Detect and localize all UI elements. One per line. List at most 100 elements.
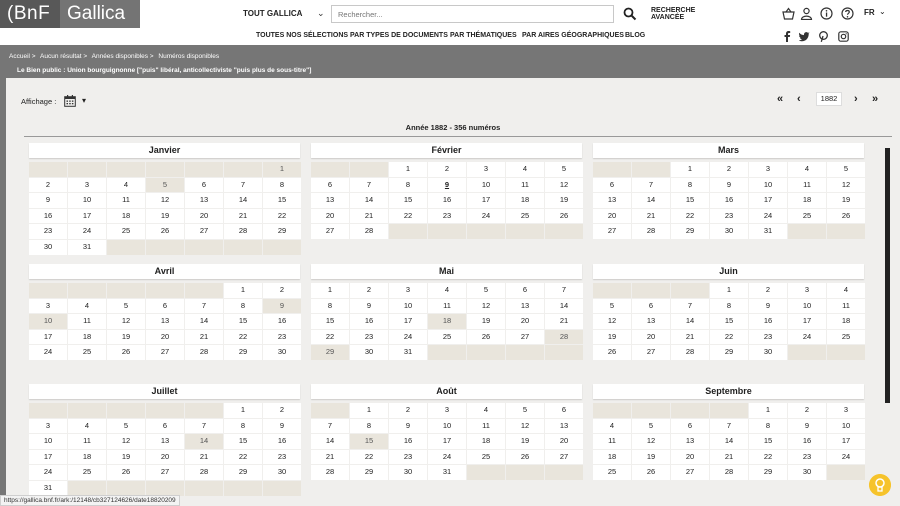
day-cell[interactable]: 22	[350, 449, 388, 465]
day-cell[interactable]: 6	[593, 177, 631, 193]
day-cell[interactable]: 15	[311, 314, 349, 329]
language-select[interactable]: FR	[864, 8, 875, 17]
day-cell[interactable]: 12	[107, 434, 145, 449]
chevron-down-icon[interactable]: ⌄	[317, 8, 325, 19]
day-cell[interactable]: 29	[224, 345, 262, 360]
day-cell[interactable]: 19	[593, 329, 631, 345]
day-cell[interactable]: 26	[506, 449, 544, 465]
day-cell[interactable]: 7	[545, 283, 583, 298]
day-cell[interactable]: 6	[506, 283, 544, 298]
day-cell[interactable]: 27	[311, 224, 349, 239]
day-cell[interactable]: 24	[749, 208, 787, 224]
day-cell[interactable]: 10	[428, 418, 466, 434]
day-cell[interactable]: 16	[263, 314, 301, 329]
day-cell[interactable]: 30	[788, 465, 826, 480]
day-cell[interactable]: 7	[224, 177, 262, 193]
chevron-down-icon[interactable]: ▾	[82, 96, 86, 105]
day-cell[interactable]: 3	[29, 298, 67, 314]
day-cell[interactable]: 27	[593, 224, 631, 239]
day-cell[interactable]: 11	[68, 314, 106, 329]
day-cell[interactable]: 3	[389, 283, 427, 298]
day-cell[interactable]: 14	[632, 193, 670, 208]
day-cell[interactable]: 26	[545, 208, 583, 224]
day-cell[interactable]: 9	[749, 298, 787, 314]
day-cell[interactable]: 23	[263, 449, 301, 465]
day-cell[interactable]: 20	[311, 208, 349, 224]
day-cell[interactable]: 8	[263, 177, 301, 193]
day-cell[interactable]: 6	[311, 177, 349, 193]
day-cell[interactable]: 17	[788, 314, 826, 329]
day-cell[interactable]: 19	[107, 449, 145, 465]
day-cell[interactable]: 11	[68, 434, 106, 449]
day-cell[interactable]: 12	[593, 314, 631, 329]
day-cell[interactable]: 13	[146, 314, 184, 329]
year-input[interactable]: 1882	[816, 92, 842, 106]
day-cell[interactable]: 22	[224, 449, 262, 465]
day-cell[interactable]: 11	[107, 193, 145, 208]
day-cell[interactable]: 21	[710, 449, 748, 465]
day-cell[interactable]: 5	[632, 418, 670, 434]
day-cell[interactable]: 10	[749, 177, 787, 193]
day-cell[interactable]: 25	[506, 208, 544, 224]
day-cell[interactable]: 26	[146, 224, 184, 239]
day-cell[interactable]: 7	[185, 298, 223, 314]
info-icon[interactable]	[820, 7, 833, 20]
calendar-icon[interactable]	[64, 95, 76, 107]
day-cell[interactable]: 30	[263, 345, 301, 360]
day-cell[interactable]: 25	[593, 465, 631, 480]
day-cell[interactable]: 30	[350, 345, 388, 360]
day-cell[interactable]: 22	[389, 208, 427, 224]
day-cell[interactable]: 1	[224, 283, 262, 298]
day-cell[interactable]: 19	[146, 208, 184, 224]
first-year-button[interactable]: «	[777, 93, 783, 105]
facebook-icon[interactable]	[782, 31, 793, 42]
day-cell[interactable]: 22	[311, 329, 349, 345]
day-cell[interactable]: 17	[68, 208, 106, 224]
day-cell[interactable]: 9	[428, 177, 466, 193]
day-cell[interactable]: 17	[467, 193, 505, 208]
day-cell[interactable]: 19	[506, 434, 544, 449]
day-cell[interactable]: 20	[593, 208, 631, 224]
day-cell[interactable]: 9	[29, 193, 67, 208]
day-cell[interactable]: 22	[749, 449, 787, 465]
search-scope-select[interactable]: TOUT GALLICA	[243, 9, 302, 18]
day-cell[interactable]: 2	[749, 283, 787, 298]
day-cell[interactable]: 14	[224, 193, 262, 208]
gallica-logo[interactable]: Gallica	[60, 0, 140, 28]
day-cell[interactable]: 16	[389, 434, 427, 449]
day-cell[interactable]: 29	[263, 224, 301, 239]
nav-item-themes[interactable]: PAR THÉMATIQUES	[450, 32, 517, 39]
day-cell[interactable]: 28	[350, 224, 388, 239]
day-cell[interactable]: 6	[632, 298, 670, 314]
help-bulb-button[interactable]	[869, 474, 891, 496]
day-cell[interactable]: 22	[671, 208, 709, 224]
day-cell[interactable]: 13	[671, 434, 709, 449]
day-cell[interactable]: 30	[710, 224, 748, 239]
day-cell[interactable]: 28	[185, 465, 223, 480]
user-icon[interactable]	[800, 7, 813, 20]
previous-year-button[interactable]: ‹	[797, 93, 801, 105]
day-cell[interactable]: 17	[389, 314, 427, 329]
breadcrumb-no-result[interactable]: Aucun résultat >	[40, 53, 87, 60]
day-cell[interactable]: 12	[632, 434, 670, 449]
day-cell[interactable]: 18	[788, 193, 826, 208]
day-cell[interactable]: 7	[185, 418, 223, 434]
day-cell[interactable]: 8	[749, 418, 787, 434]
day-cell[interactable]: 9	[350, 298, 388, 314]
day-cell[interactable]: 2	[428, 162, 466, 177]
day-cell[interactable]: 21	[185, 329, 223, 345]
day-cell[interactable]: 2	[350, 283, 388, 298]
day-cell[interactable]: 15	[749, 434, 787, 449]
day-cell[interactable]: 23	[428, 208, 466, 224]
day-cell[interactable]: 18	[506, 193, 544, 208]
day-cell[interactable]: 8	[224, 298, 262, 314]
day-cell[interactable]: 9	[788, 418, 826, 434]
day-cell[interactable]: 7	[350, 177, 388, 193]
day-cell[interactable]: 1	[350, 403, 388, 418]
day-cell[interactable]: 15	[671, 193, 709, 208]
day-cell[interactable]: 28	[224, 224, 262, 239]
day-cell[interactable]: 13	[185, 193, 223, 208]
last-year-button[interactable]: »	[872, 93, 878, 105]
day-cell[interactable]: 18	[107, 208, 145, 224]
day-cell[interactable]: 23	[749, 329, 787, 345]
